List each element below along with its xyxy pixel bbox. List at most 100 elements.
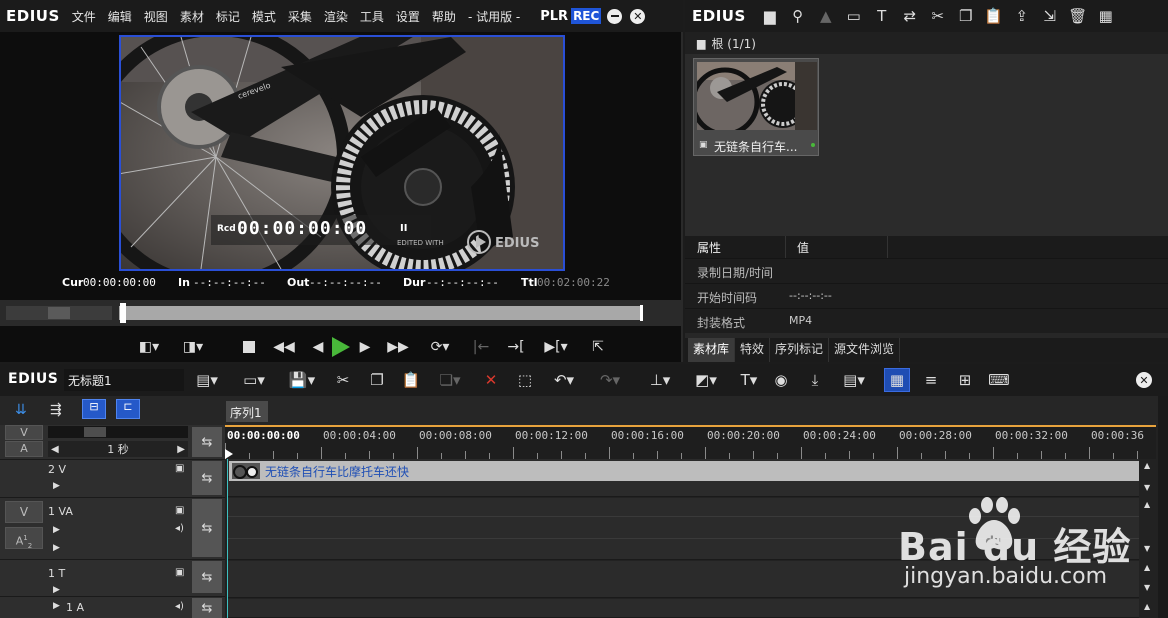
menu-view[interactable]: 视图 [138,8,174,25]
overwrite-icon[interactable]: →[ [504,334,528,360]
save-icon[interactable]: 💾▾ [284,368,320,392]
zoom-increase-icon[interactable]: ▶ [177,444,185,455]
menu-capture[interactable]: 采集 [282,8,318,25]
rec-mode-button[interactable]: REC [571,8,602,24]
set-in-point-icon[interactable]: ◧▾ [134,334,164,360]
track-swap-icon[interactable]: ⇆ [192,561,222,593]
send-to-player-icon[interactable]: ⇪ [1008,2,1036,30]
add-to-timeline-icon[interactable]: ⇲ [1036,2,1064,30]
menu-help[interactable]: 帮助 [426,8,462,25]
scroll-up-icon[interactable]: ▲ [1144,461,1150,470]
clip-thumbnail-card[interactable]: ▣ 无链条自行车... [693,58,819,156]
paste-mode-icon[interactable]: ❏▾ [432,368,468,392]
minimize-icon[interactable] [607,8,623,24]
set-out-point-icon[interactable]: ◨▾ [178,334,208,360]
project-name-field[interactable]: 无标题1 [64,369,184,391]
scroll-up-icon[interactable]: ▲ [1144,602,1150,611]
lane-scrollbar[interactable]: ▲ [1140,599,1156,618]
track-swap-icon[interactable]: ⇆ [192,499,222,557]
folder-icon[interactable]: ▆ [756,2,784,30]
menu-tools[interactable]: 工具 [354,8,390,25]
play-icon[interactable] [328,334,354,360]
tab-bin[interactable]: 素材库 [688,338,736,362]
insert-track-icon[interactable]: ⇶ [50,402,62,418]
open-folder-icon[interactable]: ▭ [840,2,868,30]
paste-icon[interactable]: 📋 [980,2,1008,30]
add-title-icon[interactable]: T [868,2,896,30]
lane-scrollbar[interactable]: ▲ ▼ [1140,459,1156,497]
expand-icon[interactable]: ▶ [53,525,60,535]
scroll-down-icon[interactable]: ▼ [1144,483,1150,492]
video-patch-label[interactable]: V [5,501,43,523]
insert-mode-icon[interactable]: ▶[▾ [538,334,574,360]
vectorscope-icon[interactable]: ⊞ [952,368,978,392]
expand-icon[interactable]: ▶ [53,543,60,553]
redo-icon[interactable]: ↷▾ [592,368,628,392]
track-swap-icon[interactable]: ⇆ [192,598,222,618]
zoom-thumb[interactable] [84,427,106,437]
search-icon[interactable]: ⚲ [784,2,812,30]
insert-icon[interactable]: |← [470,334,492,360]
timeline-mode-icon[interactable]: ▦ [884,368,910,392]
tab-sequence-markers[interactable]: 序列标记 [770,338,830,362]
title-icon[interactable]: T▾ [734,368,764,392]
replace-icon[interactable]: ⇄ [896,2,924,30]
copy-icon[interactable]: ❐ [364,368,390,392]
menu-mode[interactable]: 模式 [246,8,282,25]
export-file-icon[interactable]: ⤓ [802,368,828,392]
open-project-icon[interactable]: ▭▾ [236,368,272,392]
loop-play-icon[interactable]: ⟳▾ [422,334,458,360]
expand-icon[interactable]: ▶ [53,481,60,491]
new-sequence-icon[interactable]: ▤▾ [190,368,224,392]
track-lane-2v[interactable]: 无链条自行车比摩托车还快 [227,459,1139,497]
zoom-decrease-icon[interactable]: ◀ [51,444,59,455]
audio-patch-label[interactable]: A12 [5,527,43,550]
undo-icon[interactable]: ↶▾ [546,368,582,392]
timeline-clip[interactable]: 无链条自行车比摩托车还快 [229,461,1139,481]
delete-icon[interactable]: ✕ [478,368,504,392]
ripple-delete-icon[interactable]: ⬚ [512,368,538,392]
menu-edit[interactable]: 编辑 [102,8,138,25]
keyboard-icon[interactable]: ⌨ [986,368,1012,392]
cut-icon[interactable]: ✂ [330,368,356,392]
menu-file[interactable]: 文件 [66,8,102,25]
menu-settings[interactable]: 设置 [390,8,426,25]
zoom-stepper[interactable]: ◀ 1 秒 ▶ [48,441,188,457]
transition-icon[interactable]: ◩▾ [688,368,724,392]
ripple-mode-icon[interactable]: ⇊ [15,402,27,418]
add-cut-icon[interactable]: ⊥▾ [642,368,678,392]
sync-lock-icon[interactable]: ⊟ [82,399,106,419]
properties-icon[interactable]: ▦ [1092,2,1120,30]
timeline-close-icon[interactable]: ✕ [1136,372,1152,388]
menu-marker[interactable]: 标记 [210,8,246,25]
menu-render[interactable]: 渲染 [318,8,354,25]
step-back-icon[interactable]: ◀ [308,334,328,360]
video-lane-label[interactable]: V [5,425,43,440]
sequence-tab[interactable]: 序列1 [226,401,268,422]
stop-icon[interactable] [238,334,260,360]
track-swap-icon[interactable]: ⇆ [192,427,222,457]
playhead-marker[interactable] [120,303,126,323]
track-lane-1a[interactable] [227,599,1139,618]
zoom-slider[interactable] [48,426,188,438]
render-icon[interactable]: ◉ [768,368,794,392]
rewind-icon[interactable]: ◀◀ [270,334,298,360]
timeline-ruler[interactable]: 00:00:00:00 00:00:04:00 00:00:08:00 00:0… [225,425,1156,459]
delete-icon[interactable]: 🗑 [1064,2,1092,30]
close-icon[interactable]: ✕ [630,8,646,24]
position-bar[interactable] [119,306,643,320]
fast-forward-icon[interactable]: ▶▶ [384,334,412,360]
export-icon[interactable]: ⇱ [586,334,610,360]
marker-icon[interactable]: ▤▾ [836,368,872,392]
paste-icon[interactable]: 📋 [398,368,424,392]
cut-icon[interactable]: ✂ [924,2,952,30]
up-folder-icon[interactable]: ▲ [812,2,840,30]
step-forward-icon[interactable]: ▶ [355,334,375,360]
shuttle-thumb[interactable] [48,307,70,319]
audio-lane-label[interactable]: A [5,441,43,457]
plr-mode-button[interactable]: PLR [540,9,568,24]
link-icon[interactable]: ⊏ [116,399,140,419]
tab-source-browser[interactable]: 源文件浏览 [829,338,901,362]
video-preview[interactable]: cerevelo Rcd 00:00:00:00 II EDITED WITH … [119,35,565,271]
expand-icon[interactable]: ▶ [53,585,60,595]
